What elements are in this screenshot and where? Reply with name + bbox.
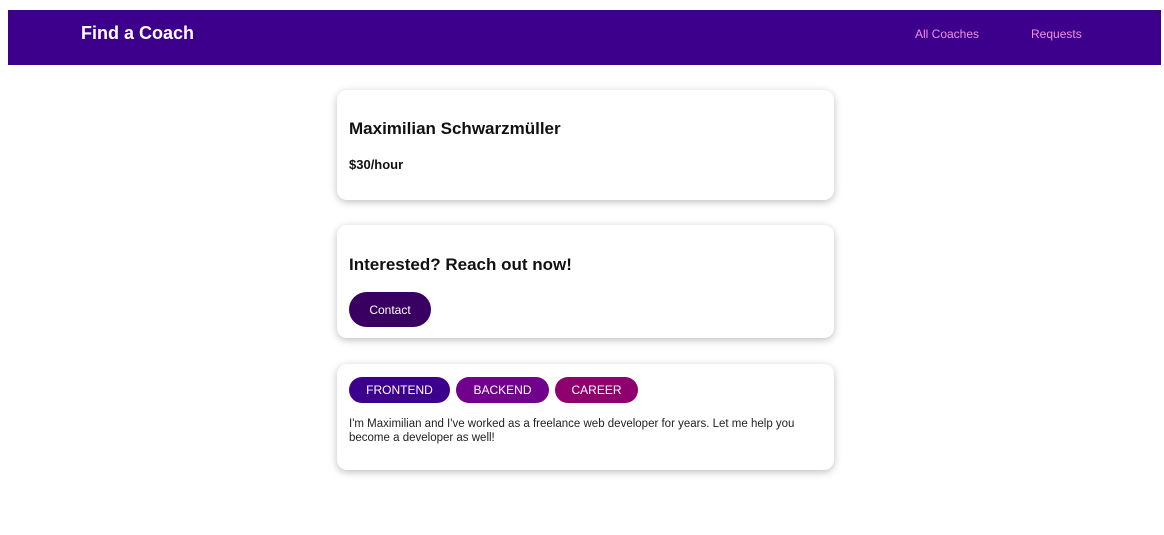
contact-button[interactable]: Contact [349, 292, 431, 327]
contact-heading: Interested? Reach out now! [349, 255, 572, 274]
nav-all-coaches-link[interactable]: All Coaches [915, 27, 979, 41]
coach-rate: $30/hour [349, 157, 404, 172]
page: Find a Coach All Coaches Requests Maximi… [0, 0, 1164, 535]
badge-backend: BACKEND [456, 377, 549, 403]
coach-details-card: FRONTEND BACKEND CAREER I'm Maximilian a… [337, 364, 834, 470]
brand-link[interactable]: Find a Coach [81, 23, 194, 44]
nav-requests-link[interactable]: Requests [1031, 27, 1082, 41]
contact-card: Interested? Reach out now! Contact [337, 225, 834, 338]
coach-description: I'm Maximilian and I've worked as a free… [349, 418, 795, 444]
coach-name: Maximilian Schwarzmüller [349, 119, 561, 138]
badge-frontend: FRONTEND [349, 377, 450, 403]
badge-career: CAREER [555, 377, 638, 403]
coach-summary-card: Maximilian Schwarzmüller $30/hour [337, 90, 834, 200]
top-header: Find a Coach All Coaches Requests [8, 10, 1161, 65]
